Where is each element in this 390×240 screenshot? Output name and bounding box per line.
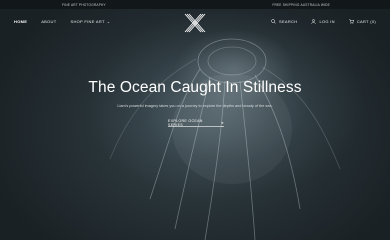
cart-label: Cart (0) <box>356 19 376 24</box>
hero-title: The Ocean Caught In Stillness <box>88 79 302 96</box>
nav-menu: Home About Shop Fine Art ⌄ <box>14 19 110 24</box>
header-tools: Search Log in Cart (0) <box>271 19 376 24</box>
login-link[interactable]: Log in <box>311 19 335 24</box>
user-icon <box>311 19 317 24</box>
announcement-left: Fine Art Photography <box>62 2 106 7</box>
cta-label: Explore Ocean Series <box>168 118 203 127</box>
chevron-down-icon: ⌄ <box>106 19 111 24</box>
search-label: Search <box>279 19 298 24</box>
arrow-right-icon: ➔ <box>220 120 224 125</box>
explore-ocean-series-button[interactable]: Explore Ocean Series ➔ <box>168 119 224 127</box>
nav-item-shop-label: Shop Fine Art <box>70 19 105 24</box>
nav-item-home[interactable]: Home <box>14 19 27 24</box>
search-icon <box>271 19 276 24</box>
main-navigation: Home About Shop Fine Art ⌄ Search Log in … <box>0 9 390 37</box>
x-logo-icon[interactable] <box>184 12 206 34</box>
cart-icon <box>349 19 354 24</box>
login-label: Log in <box>319 19 335 24</box>
nav-item-about[interactable]: About <box>41 19 56 24</box>
announcement-bar: Fine Art Photography Free Shipping Austr… <box>0 0 390 9</box>
nav-item-shop-fine-art[interactable]: Shop Fine Art ⌄ <box>70 19 110 24</box>
announcement-right: Free Shipping Australia Wide <box>272 2 330 7</box>
hero-subtitle: Liam's powerful imagery takes you on a j… <box>117 104 273 108</box>
search-link[interactable]: Search <box>271 19 297 24</box>
cart-link[interactable]: Cart (0) <box>349 19 376 24</box>
